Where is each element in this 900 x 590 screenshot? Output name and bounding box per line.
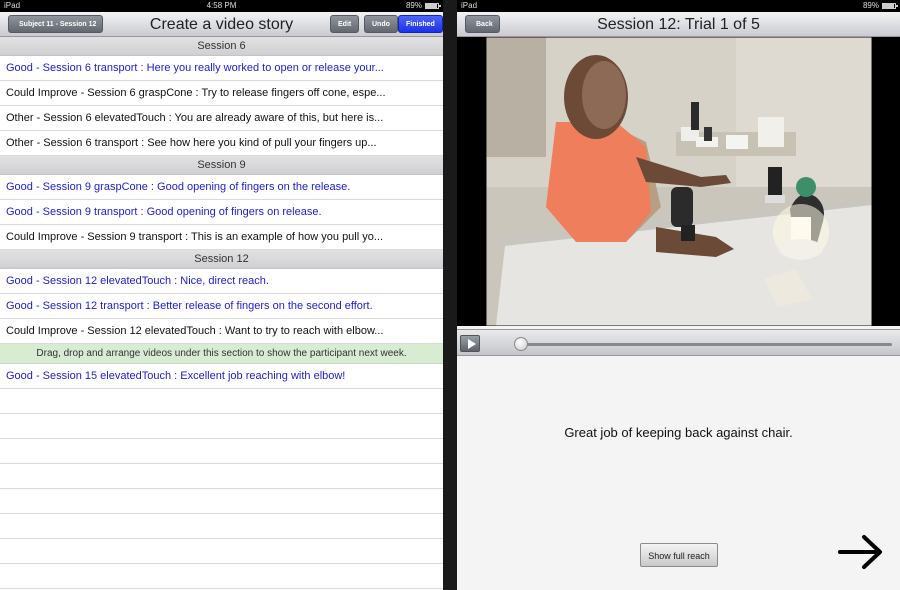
left-ipad-screen: iPad 4:58 PM 89% Subject 11 - Session 12… [0, 0, 443, 590]
section-header-session-6: Session 6 [0, 37, 443, 56]
right-ipad-screen: iPad 89% Back Session 12: Trial 1 of 5 G… [457, 0, 900, 590]
battery-indicator: 89% [405, 0, 441, 12]
list-item[interactable]: Could Improve - Session 6 graspCone : Tr… [0, 81, 443, 106]
list-item[interactable]: Good - Session 9 graspCone : Good openin… [0, 175, 443, 200]
list-item[interactable]: Good - Session 12 elevatedTouch : Nice, … [0, 269, 443, 294]
empty-row [0, 439, 443, 464]
undo-button[interactable]: Undo [364, 15, 398, 33]
scrubber-track[interactable] [515, 343, 892, 346]
empty-row [0, 514, 443, 539]
battery-percent: 89% [862, 1, 879, 10]
trial-comment: Great job of keeping back against chair. [564, 425, 793, 440]
list-item[interactable]: Good - Session 9 transport : Good openin… [0, 200, 443, 225]
video-frame[interactable] [486, 37, 872, 326]
list-item[interactable]: Good - Session 15 elevatedTouch : Excell… [0, 364, 443, 389]
list-item[interactable]: Good - Session 12 transport : Better rel… [0, 294, 443, 319]
empty-row [0, 464, 443, 489]
battery-percent: 89% [405, 1, 422, 10]
navigation-bar: Back Session 12: Trial 1 of 5 [457, 12, 900, 37]
empty-row [0, 489, 443, 514]
video-still-image [486, 37, 872, 326]
show-full-reach-button[interactable]: Show full reach [640, 543, 718, 567]
video-player[interactable] [457, 37, 900, 326]
empty-row [0, 414, 443, 439]
play-button[interactable] [460, 335, 480, 352]
page-title: Session 12: Trial 1 of 5 [597, 16, 760, 33]
empty-row [0, 539, 443, 564]
next-arrow-icon[interactable] [837, 532, 887, 572]
clock: 4:58 PM [206, 1, 237, 10]
status-bar: iPad 89% [457, 0, 900, 12]
list-item[interactable]: Could Improve - Session 12 elevatedTouch… [0, 319, 443, 344]
finished-button[interactable]: Finished [398, 15, 443, 33]
video-story-list: Session 6 Good - Session 6 transport : H… [0, 37, 443, 589]
scrubber-thumb[interactable] [514, 337, 528, 351]
battery-indicator: 89% [862, 0, 898, 12]
drop-zone-header[interactable]: Drag, drop and arrange videos under this… [0, 344, 443, 364]
carrier-label: iPad [461, 1, 478, 10]
list-item[interactable]: Other - Session 6 elevatedTouch : You ar… [0, 106, 443, 131]
edit-button[interactable]: Edit [330, 15, 360, 33]
list-item[interactable]: Could Improve - Session 9 transport : Th… [0, 225, 443, 250]
status-bar: iPad 4:58 PM 89% [0, 0, 443, 12]
list-item[interactable]: Other - Session 6 transport : See how he… [0, 131, 443, 156]
empty-row [0, 564, 443, 589]
section-header-session-12: Session 12 [0, 250, 443, 269]
play-icon [468, 339, 476, 349]
section-header-session-9: Session 9 [0, 156, 443, 175]
playback-controls [457, 329, 900, 356]
battery-icon [882, 3, 898, 9]
list-item[interactable]: Good - Session 6 transport : Here you re… [0, 56, 443, 81]
navigation-bar: Subject 11 - Session 12 Create a video s… [0, 12, 443, 37]
battery-icon [425, 3, 441, 9]
empty-row [0, 389, 443, 414]
